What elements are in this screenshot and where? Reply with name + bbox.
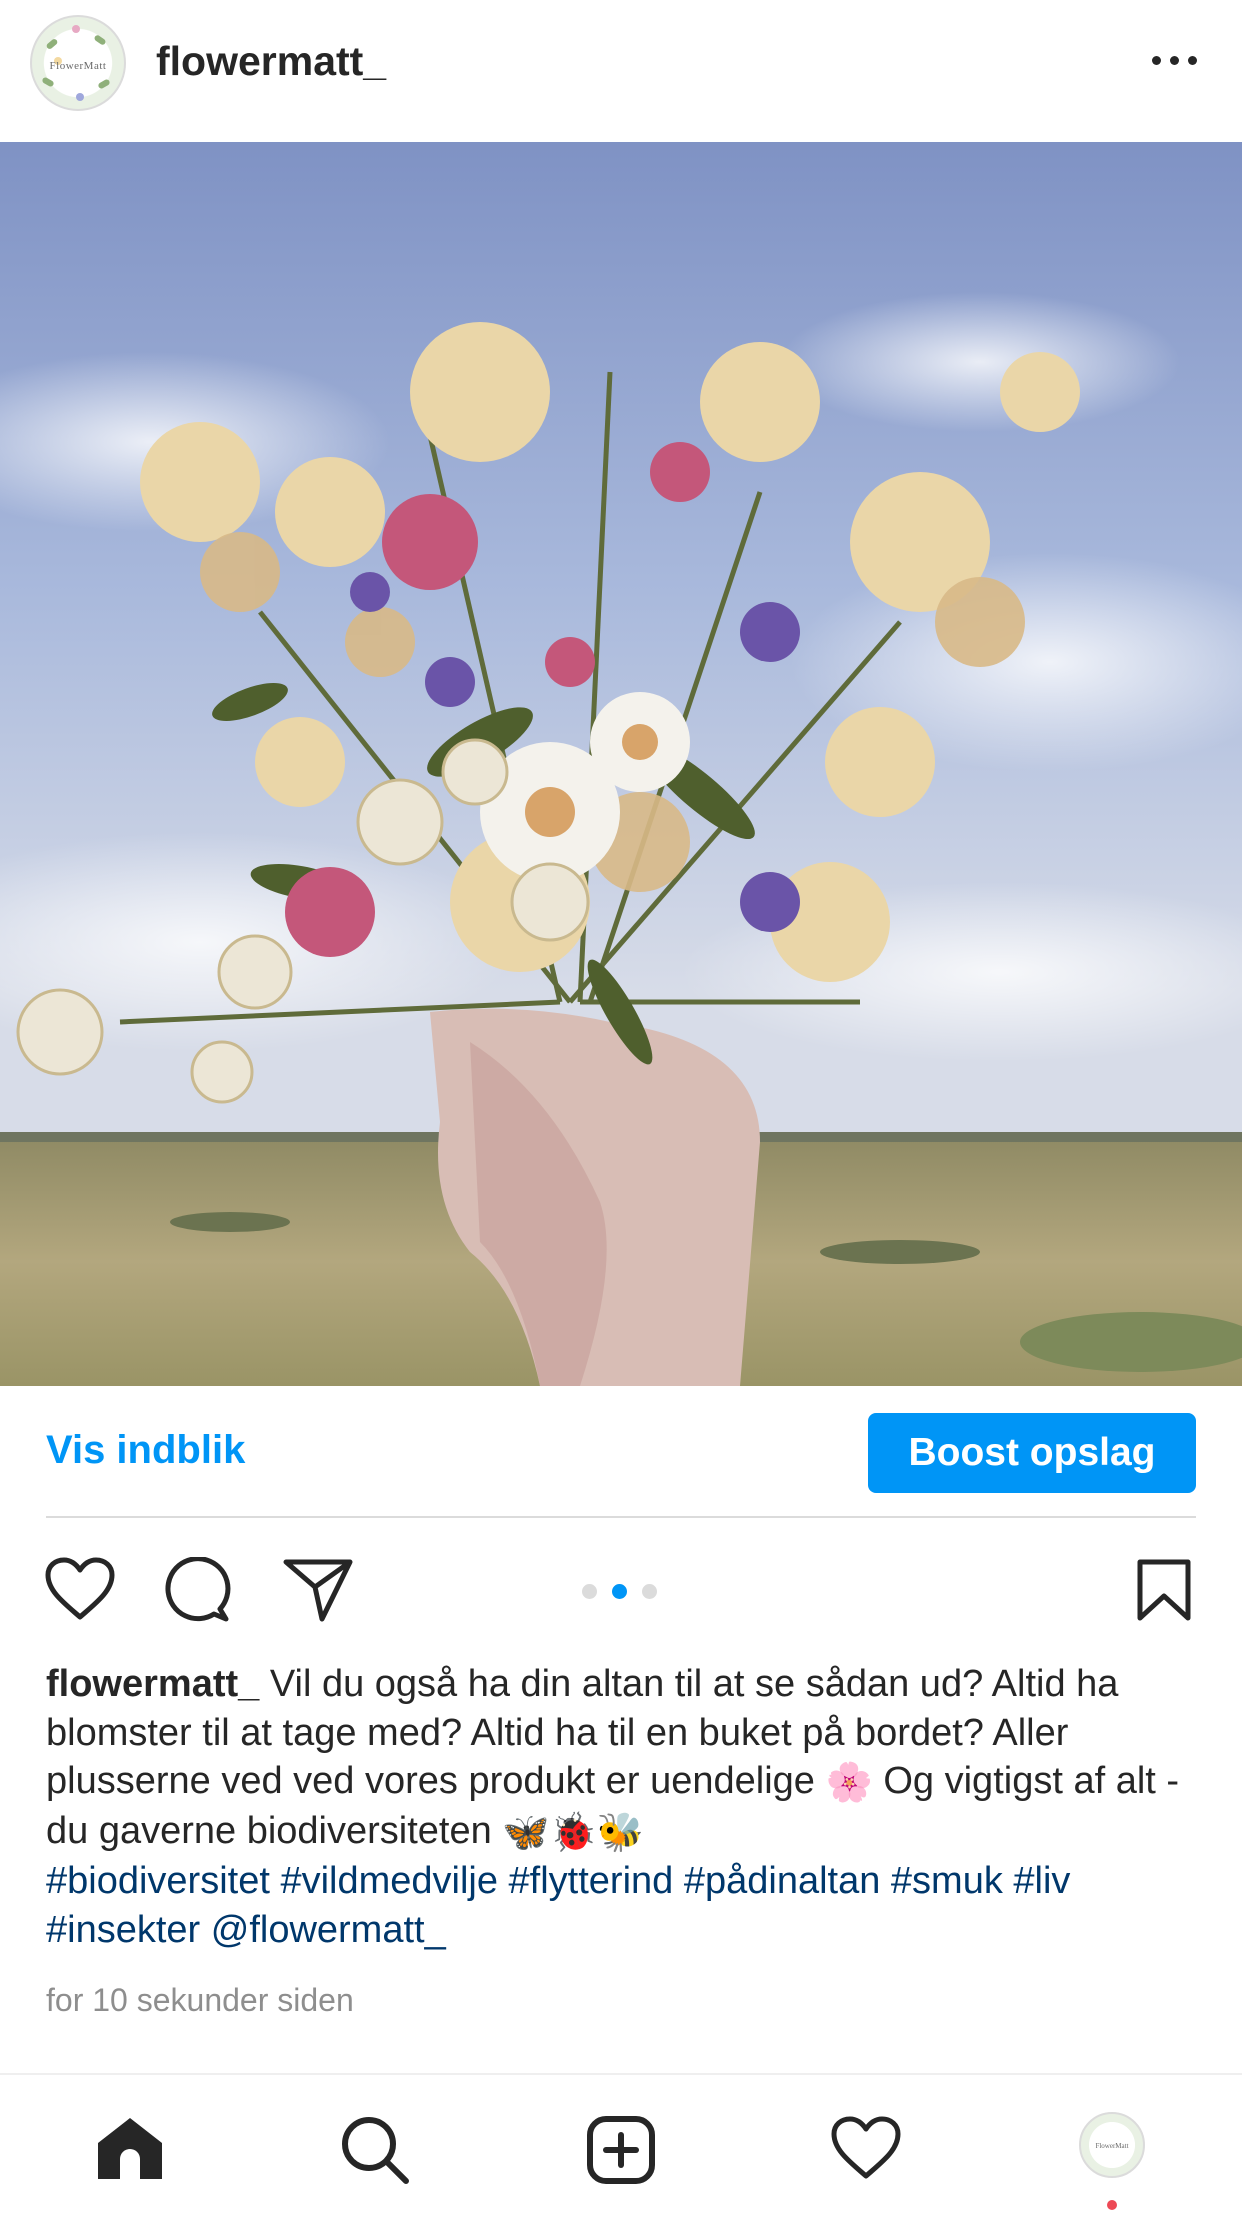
- notification-dot: [1107, 2200, 1117, 2210]
- like-heart-icon[interactable]: [44, 1557, 116, 1621]
- post-username[interactable]: flowermatt_: [156, 38, 386, 85]
- carousel-indicator: [582, 1582, 662, 1602]
- save-bookmark-icon[interactable]: [1134, 1558, 1194, 1622]
- bouquet-photo-illustration: [0, 142, 1242, 1386]
- carousel-dot-active: [612, 1584, 627, 1599]
- avatar-flower: [72, 25, 80, 33]
- avatar-logo-text: FlowerMatt: [49, 60, 107, 72]
- carousel-dot: [642, 1584, 657, 1599]
- share-send-icon[interactable]: [282, 1557, 354, 1623]
- bottom-tab-bar: FlowerMatt: [0, 2075, 1242, 2222]
- post-caption: flowermatt_ Vil du også ha din altan til…: [46, 1660, 1206, 1954]
- avatar-flower: [76, 93, 84, 101]
- avatar-leaf: [41, 76, 55, 88]
- search-icon[interactable]: [340, 2115, 410, 2185]
- avatar-leaf: [97, 78, 111, 90]
- carousel-dot: [582, 1584, 597, 1599]
- post-header: FlowerMatt flowermatt_: [0, 0, 1242, 142]
- create-post-icon[interactable]: [586, 2115, 656, 2185]
- caption-hashtags[interactable]: #biodiversitet #vildmedvilje #flytterind…: [46, 1860, 1070, 1951]
- post-photo[interactable]: [0, 142, 1242, 1386]
- divider: [46, 1516, 1196, 1518]
- activity-heart-icon[interactable]: [830, 2115, 902, 2181]
- avatar-leaf: [45, 37, 59, 51]
- profile-avatar[interactable]: FlowerMatt: [30, 15, 126, 111]
- profile-tab-avatar[interactable]: FlowerMatt: [1079, 2112, 1145, 2178]
- mini-avatar-logo-text: FlowerMatt: [1095, 2142, 1129, 2150]
- boost-post-button[interactable]: Boost opslag: [868, 1413, 1196, 1493]
- butterfly-ladybug-bee-emoji: 🦋🐞🐝: [502, 1811, 645, 1854]
- caption-username[interactable]: flowermatt_: [46, 1663, 259, 1705]
- post-timestamp: for 10 sekunder siden: [46, 1982, 354, 2018]
- more-options-icon[interactable]: [1146, 52, 1206, 72]
- avatar-leaf: [93, 34, 107, 46]
- comment-icon[interactable]: [164, 1557, 232, 1623]
- view-insights-link[interactable]: Vis indblik: [46, 1428, 245, 1473]
- cherry-blossom-emoji: 🌸: [825, 1761, 873, 1804]
- home-icon[interactable]: [94, 2115, 166, 2183]
